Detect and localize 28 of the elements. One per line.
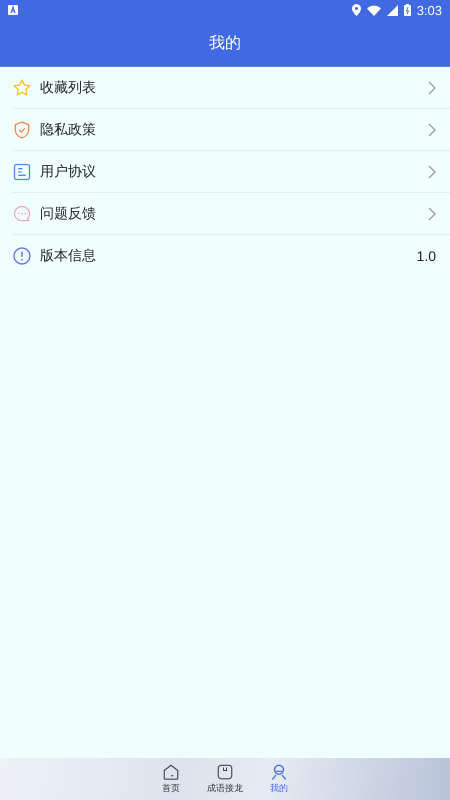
chevron-right-icon[interactable] (428, 206, 436, 220)
menu-item-label[interactable]: 版本信息 (40, 246, 409, 264)
info-icon (12, 246, 32, 266)
menu-item-label[interactable]: 隐私政策 (40, 120, 420, 138)
wifi-icon (366, 4, 381, 16)
document-icon (12, 162, 32, 182)
battery-icon (404, 4, 411, 16)
chat-bubble-icon (12, 204, 32, 224)
shield-icon (12, 120, 32, 140)
tab-bar-item[interactable]: 首页 (155, 758, 187, 800)
notification-icon (8, 5, 18, 15)
location-icon (352, 4, 361, 16)
square-icon (216, 763, 234, 781)
user-icon (270, 763, 288, 781)
menu-item-label[interactable]: 用户协议 (40, 162, 420, 180)
star-icon (12, 78, 32, 98)
status-time: 3:03 (416, 2, 442, 18)
home-icon (162, 763, 180, 781)
chevron-right-icon[interactable] (428, 80, 436, 94)
tab-bar-item[interactable]: 成语接龙 (207, 758, 243, 800)
menu-item-label[interactable]: 问题反馈 (40, 204, 420, 222)
version-number: 1.0 (416, 248, 436, 264)
chevron-right-icon[interactable] (428, 122, 436, 136)
page-title: 我的 (209, 32, 241, 54)
chevron-right-icon[interactable] (428, 164, 436, 178)
menu-item-label[interactable]: 收藏列表 (40, 78, 420, 96)
tab-bar-item[interactable]: 我的 (263, 758, 295, 800)
signal-icon (386, 4, 398, 16)
